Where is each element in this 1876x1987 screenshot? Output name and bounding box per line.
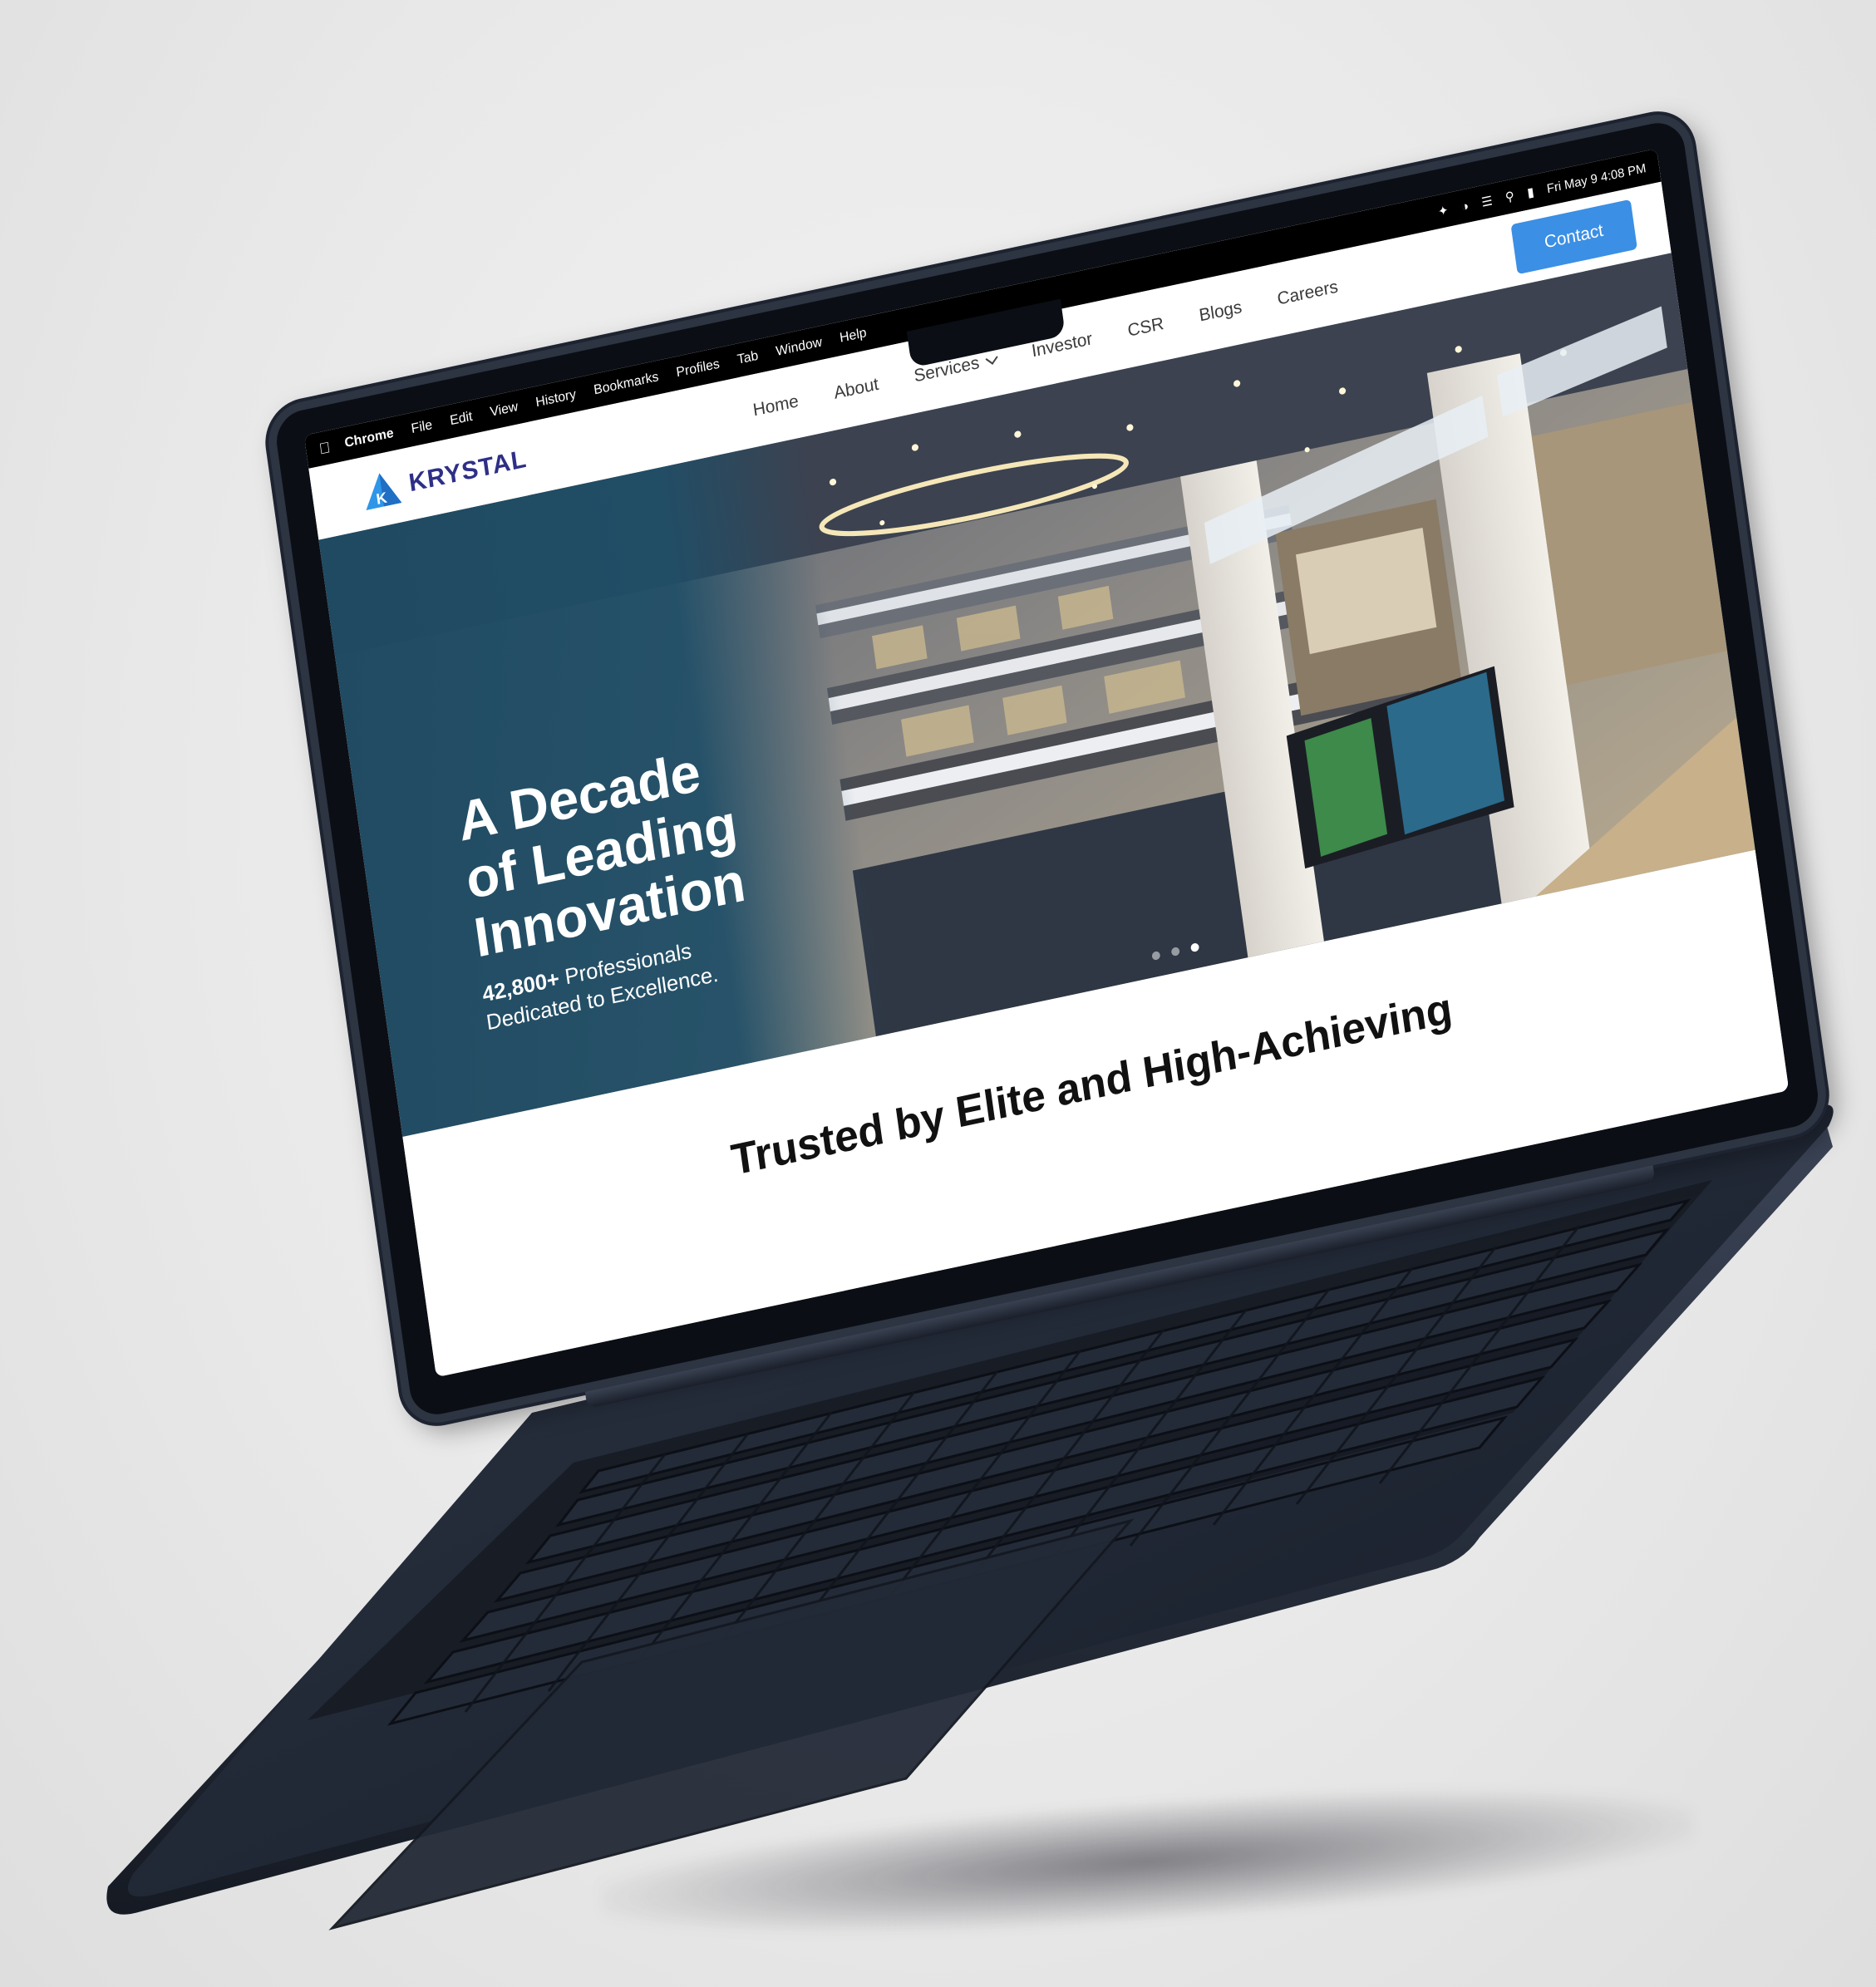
- bluetooth-icon[interactable]: ✦: [1437, 202, 1450, 219]
- logo-text: KRYSTAL: [406, 445, 529, 498]
- menu-view[interactable]: View: [489, 400, 519, 421]
- svg-text:K: K: [375, 489, 387, 508]
- slider-dot-1[interactable]: [1151, 950, 1161, 962]
- nav-blogs[interactable]: Blogs: [1198, 298, 1243, 327]
- menu-file[interactable]: File: [411, 418, 434, 437]
- menu-help[interactable]: Help: [839, 326, 868, 347]
- control-center-icon[interactable]: ◑: [1460, 199, 1470, 214]
- slider-dot-3[interactable]: [1189, 942, 1200, 953]
- search-icon[interactable]: ⚲: [1504, 189, 1515, 205]
- menu-history[interactable]: History: [534, 387, 577, 411]
- menu-window[interactable]: Window: [775, 335, 823, 360]
- menu-bookmarks[interactable]: Bookmarks: [593, 370, 659, 398]
- menu-profiles[interactable]: Profiles: [676, 357, 721, 381]
- chevron-down-icon: [985, 352, 998, 365]
- mockup-stage:  Chrome File Edit View History Bookmark…: [0, 0, 1876, 1987]
- menu-edit[interactable]: Edit: [449, 410, 473, 430]
- nav-csr[interactable]: CSR: [1126, 314, 1165, 342]
- menu-app-name[interactable]: Chrome: [343, 426, 394, 451]
- nav-about[interactable]: About: [833, 375, 880, 404]
- battery-icon[interactable]: ▮: [1526, 184, 1534, 201]
- menu-tab[interactable]: Tab: [736, 349, 760, 368]
- nav-home[interactable]: Home: [751, 391, 800, 421]
- krystal-logo-icon: K: [366, 473, 402, 510]
- wifi-icon[interactable]: ☰: [1480, 193, 1493, 210]
- apple-icon[interactable]: : [318, 438, 332, 458]
- nav-careers[interactable]: Careers: [1276, 277, 1339, 309]
- slider-dot-2[interactable]: [1170, 947, 1180, 957]
